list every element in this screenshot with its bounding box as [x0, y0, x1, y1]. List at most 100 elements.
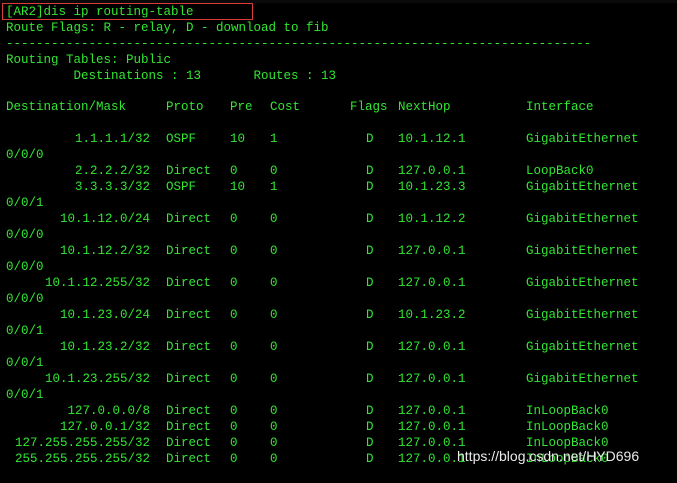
row-flags: D	[366, 132, 374, 146]
row-destination: 255.255.255.255/32	[14, 452, 150, 466]
row-cost: 0	[270, 244, 278, 258]
row-destination: 127.0.0.1/32	[59, 420, 150, 434]
row-flags: D	[366, 404, 374, 418]
row-nexthop: 127.0.0.1	[398, 404, 466, 418]
row-nexthop: 127.0.0.1	[398, 276, 466, 290]
row-pre: 0	[230, 308, 238, 322]
row-pre: 0	[230, 436, 238, 450]
row-pre: 0	[230, 372, 238, 386]
row-pre: 0	[230, 404, 238, 418]
row-iface: GigabitEthernet	[526, 132, 639, 146]
row-cost: 0	[270, 420, 278, 434]
row-cost: 0	[270, 452, 278, 466]
header-interface: Interface	[526, 100, 594, 114]
row-destination: 3.3.3.3/32	[74, 180, 150, 194]
row-interface-continuation: 0/0/0	[6, 228, 44, 242]
row-pre: 0	[230, 244, 238, 258]
header-cost: Cost	[270, 100, 301, 114]
row-flags: D	[366, 308, 374, 322]
row-pre: 0	[230, 420, 238, 434]
row-iface: InLoopBack0	[526, 420, 609, 434]
row-iface: GigabitEthernet	[526, 308, 639, 322]
row-interface-continuation: 0/0/1	[6, 196, 44, 210]
row-pre: 10	[230, 180, 246, 194]
row-proto: Direct	[166, 420, 212, 434]
row-iface: GigabitEthernet	[526, 180, 639, 194]
row-destination: 1.1.1.1/32	[74, 132, 150, 146]
row-iface: GigabitEthernet	[526, 244, 639, 258]
row-flags: D	[366, 244, 374, 258]
row-iface: LoopBack0	[526, 164, 594, 178]
row-destination: 10.1.12.0/24	[59, 212, 150, 226]
row-destination: 10.1.23.0/24	[59, 308, 150, 322]
row-cost: 0	[270, 212, 278, 226]
row-proto: Direct	[166, 164, 212, 178]
watermark-text: https://blog.csdn.net/HYD696	[457, 448, 640, 464]
row-cost: 1	[270, 180, 278, 194]
terminal-window[interactable]: [AR2]dis ip routing-table Route Flags: R…	[0, 0, 677, 483]
row-interface-continuation: 0/0/1	[6, 324, 44, 338]
row-proto: Direct	[166, 372, 212, 386]
row-destination: 10.1.12.255/32	[44, 276, 150, 290]
row-flags: D	[366, 436, 374, 450]
row-pre: 0	[230, 340, 238, 354]
row-destination: 2.2.2.2/32	[74, 164, 150, 178]
row-flags: D	[366, 212, 374, 226]
row-cost: 0	[270, 340, 278, 354]
row-pre: 10	[230, 132, 246, 146]
destinations-summary-line: Destinations : 13 Routes : 13	[6, 69, 337, 83]
header-pre: Pre	[230, 100, 253, 114]
row-interface-continuation: 0/0/0	[6, 148, 44, 162]
row-proto: Direct	[166, 276, 212, 290]
row-proto: Direct	[166, 452, 212, 466]
row-flags: D	[366, 452, 374, 466]
row-cost: 0	[270, 372, 278, 386]
row-iface: InLoopBack0	[526, 404, 609, 418]
row-proto: Direct	[166, 212, 212, 226]
row-flags: D	[366, 180, 374, 194]
row-cost: 1	[270, 132, 278, 146]
row-destination: 127.0.0.0/8	[67, 404, 150, 418]
row-pre: 0	[230, 212, 238, 226]
row-nexthop: 127.0.0.1	[398, 340, 466, 354]
row-cost: 0	[270, 308, 278, 322]
header-proto: Proto	[166, 100, 204, 114]
row-proto: Direct	[166, 340, 212, 354]
row-nexthop: 10.1.23.2	[398, 308, 466, 322]
row-iface: GigabitEthernet	[526, 372, 639, 386]
row-proto: Direct	[166, 404, 212, 418]
row-destination: 10.1.23.2/32	[59, 340, 150, 354]
row-interface-continuation: 0/0/1	[6, 356, 44, 370]
header-destination: Destination/Mask	[6, 100, 127, 114]
separator-line: ----------------------------------------…	[6, 37, 592, 51]
row-nexthop: 127.0.0.1	[398, 244, 466, 258]
row-proto: OSPF	[166, 180, 197, 194]
row-cost: 0	[270, 276, 278, 290]
command-line: [AR2]dis ip routing-table	[6, 5, 194, 19]
row-proto: Direct	[166, 244, 212, 258]
row-destination: 127.255.255.255/32	[14, 436, 150, 450]
row-nexthop: 127.0.0.1	[398, 436, 466, 450]
row-pre: 0	[230, 452, 238, 466]
route-flags-line: Route Flags: R - relay, D - download to …	[6, 21, 329, 35]
row-iface: GigabitEthernet	[526, 340, 639, 354]
row-interface-continuation: 0/0/0	[6, 292, 44, 306]
routing-tables-line: Routing Tables: Public	[6, 53, 172, 67]
row-flags: D	[366, 164, 374, 178]
row-destination: 10.1.23.255/32	[44, 372, 150, 386]
row-flags: D	[366, 276, 374, 290]
row-proto: Direct	[166, 308, 212, 322]
row-interface-continuation: 0/0/1	[6, 388, 44, 402]
header-nexthop: NextHop	[398, 100, 451, 114]
row-nexthop: 10.1.23.3	[398, 180, 466, 194]
row-flags: D	[366, 372, 374, 386]
row-nexthop: 127.0.0.1	[398, 164, 466, 178]
row-iface: GigabitEthernet	[526, 276, 639, 290]
header-flags: Flags	[350, 100, 388, 114]
row-flags: D	[366, 420, 374, 434]
row-cost: 0	[270, 164, 278, 178]
row-nexthop: 127.0.0.1	[398, 372, 466, 386]
row-proto: Direct	[166, 436, 212, 450]
row-iface: GigabitEthernet	[526, 212, 639, 226]
row-nexthop: 10.1.12.2	[398, 212, 466, 226]
